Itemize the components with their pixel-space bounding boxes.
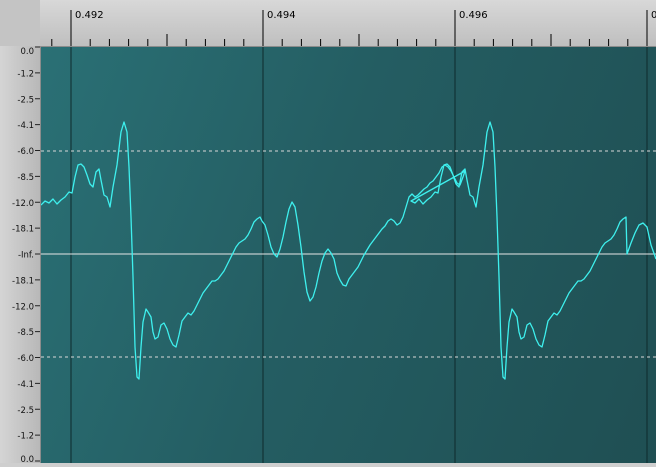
audio-editor-view: 0.492 0.494 0.496 0 0.0 -1.2 -2.5 -4.1 -6.0 -… bbox=[0, 0, 656, 465]
waveform-graphic bbox=[41, 47, 656, 463]
waveform-display[interactable] bbox=[41, 47, 656, 463]
db-scale-label: -6.0 bbox=[17, 354, 34, 364]
ruler-corner bbox=[0, 0, 41, 47]
db-scale-label: -Inf. bbox=[18, 251, 34, 261]
db-scale-label: -1.2 bbox=[17, 432, 34, 442]
db-scale-label: 0.0 bbox=[20, 455, 34, 463]
db-scale-label: -1.2 bbox=[17, 69, 34, 79]
db-scale-label: -2.5 bbox=[17, 406, 34, 416]
db-scale-label: -18.1 bbox=[12, 276, 34, 286]
timeline-major-ticks: 0.492 0.494 0.496 0 bbox=[70, 10, 656, 46]
db-scale-label: -2.5 bbox=[17, 95, 34, 105]
db-scale-label: -4.1 bbox=[17, 121, 34, 131]
timeline-label: 0.494 bbox=[267, 10, 296, 21]
db-scale-label: -4.1 bbox=[17, 380, 34, 390]
db-scale-graphic: 0.0 -1.2 -2.5 -4.1 -6.0 -8.5 -12.0 -18.1 -Inf. -1… bbox=[12, 46, 40, 465]
db-scale-label: -8.5 bbox=[17, 328, 34, 338]
db-scale-ruler[interactable]: 0.0 -1.2 -2.5 -4.1 -6.0 -8.5 -12.0 -18.1 -Inf. -1… bbox=[0, 46, 41, 465]
db-scale-labels: 0.0 -1.2 -2.5 -4.1 -6.0 -8.5 -12.0 -18.1 -Inf. -1… bbox=[12, 46, 40, 465]
db-scale-label: 0.0 bbox=[20, 47, 34, 57]
db-scale-label: -8.5 bbox=[17, 173, 34, 183]
db-scale-label: -12.0 bbox=[12, 302, 34, 312]
db-scale-label: -6.0 bbox=[17, 147, 34, 157]
timeline-label: 0.496 bbox=[459, 10, 488, 21]
timeline-ruler[interactable]: 0.492 0.494 0.496 0 bbox=[40, 0, 656, 47]
waveform-trace bbox=[41, 121, 656, 380]
db-scale-label: -12.0 bbox=[12, 199, 34, 209]
timeline-ruler-graphic: 0.492 0.494 0.496 0 bbox=[51, 10, 656, 46]
timeline-minor-ticks bbox=[51, 34, 629, 46]
timeline-label: 0 bbox=[651, 10, 656, 21]
db-scale-label: -18.1 bbox=[12, 225, 34, 235]
timeline-label: 0.492 bbox=[75, 10, 104, 21]
